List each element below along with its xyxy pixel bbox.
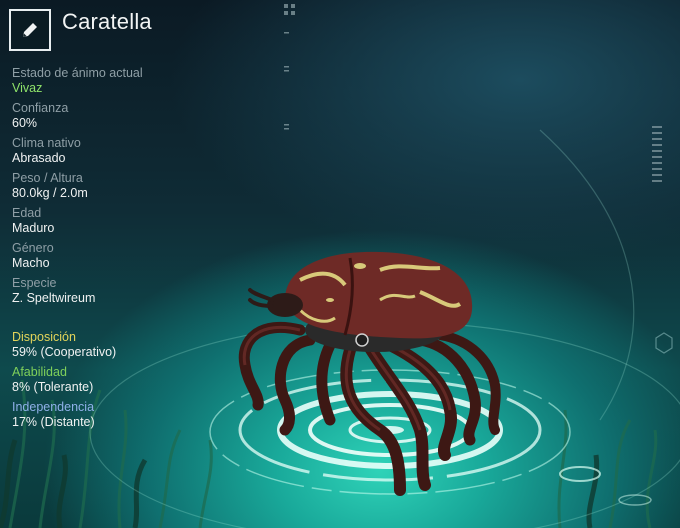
stat-species: Especie Z. Speltwireum (12, 276, 272, 306)
stat-label: Género (12, 241, 54, 255)
stat-label: Peso / Altura (12, 171, 83, 185)
stat-label: Confianza (12, 101, 69, 115)
stat-gender: Género Macho (12, 241, 272, 271)
trait-label: Afabilidad (12, 365, 67, 379)
edit-name-button[interactable] (9, 9, 51, 51)
creature-stats: Estado de ánimo actual Vivaz Confianza 6… (12, 66, 272, 311)
creature-traits: Disposición 59% (Cooperativo) Afabilidad… (12, 330, 272, 435)
trait-independence: Independencia 17% (Distante) (12, 400, 272, 430)
stat-value: 80.0kg / 2.0m (12, 186, 88, 200)
stat-label: Estado de ánimo actual (12, 66, 143, 80)
creature-shell (285, 251, 473, 339)
stat-weight-height: Peso / Altura 80.0kg / 2.0m (12, 171, 272, 201)
trait-value: 59% (Cooperativo) (12, 345, 117, 359)
creature-name: Caratella (62, 9, 152, 34)
stat-mood: Estado de ánimo actual Vivaz (12, 66, 272, 96)
trait-value: 8% (Tolerante) (12, 380, 94, 394)
stat-value: Abrasado (12, 151, 66, 165)
stat-climate: Clima nativo Abrasado (12, 136, 272, 166)
stat-age: Edad Maduro (12, 206, 272, 236)
stat-trust: Confianza 60% (12, 101, 272, 131)
trait-label: Independencia (12, 400, 95, 414)
pencil-icon (23, 23, 37, 37)
stat-value: Macho (12, 256, 50, 270)
trait-disposition: Disposición 59% (Cooperativo) (12, 330, 272, 360)
stat-label: Especie (12, 276, 57, 290)
stat-label: Edad (12, 206, 42, 220)
trait-affability: Afabilidad 8% (Tolerante) (12, 365, 272, 395)
stat-value: Z. Speltwireum (12, 291, 96, 305)
stat-value: Maduro (12, 221, 55, 235)
trait-value: 17% (Distante) (12, 415, 95, 429)
stat-label: Clima nativo (12, 136, 81, 150)
stat-value: 60% (12, 116, 38, 130)
stat-value: Vivaz (12, 81, 43, 95)
trait-label: Disposición (12, 330, 76, 344)
